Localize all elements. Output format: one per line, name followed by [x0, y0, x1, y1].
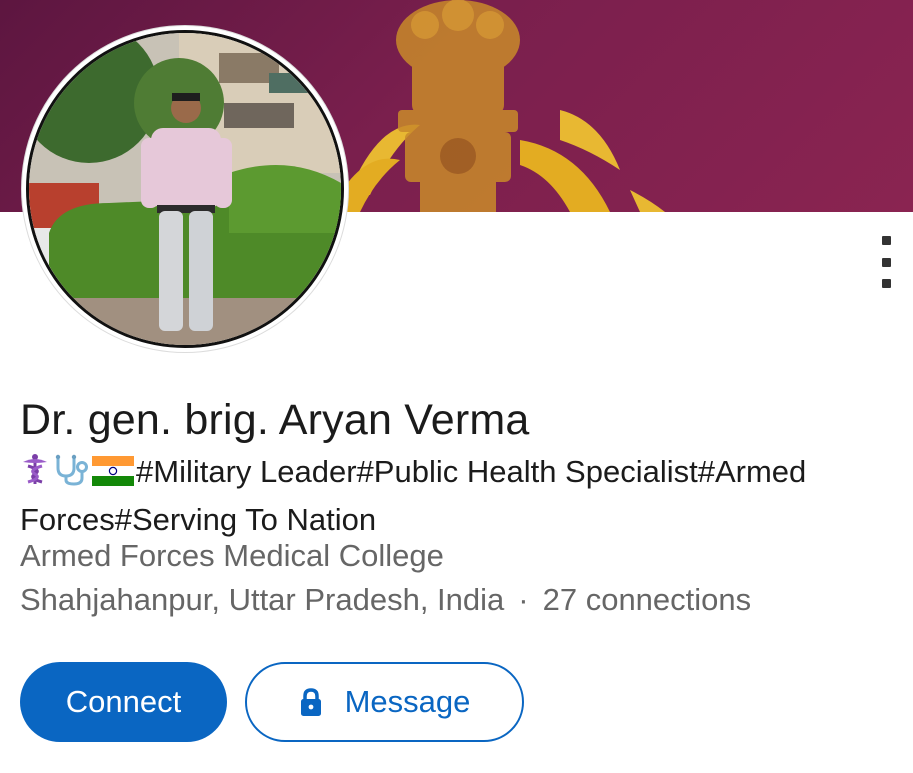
- profile-meta: Shahjahanpur, Uttar Pradesh, India · 27 co…: [20, 582, 751, 618]
- profile-location: Shahjahanpur, Uttar Pradesh, India: [20, 582, 505, 617]
- more-vertical-icon[interactable]: [868, 232, 904, 292]
- message-button[interactable]: Message: [245, 662, 524, 742]
- connections-count[interactable]: 27 connections: [543, 582, 752, 617]
- more-dot: [881, 279, 891, 288]
- avatar-photo: [26, 30, 344, 348]
- message-label: Message: [344, 684, 471, 719]
- profile-school[interactable]: Armed Forces Medical College: [20, 538, 444, 574]
- meta-separator: ·: [518, 582, 529, 617]
- profile-headline: #Military Leader#Public Health Specialis…: [20, 450, 900, 542]
- lock-icon: [299, 687, 323, 717]
- headline-text: #Military Leader#Public Health Specialis…: [20, 454, 807, 537]
- profile-page: Dr. gen. brig. Aryan Verma #Military Lea…: [0, 0, 913, 773]
- profile-avatar[interactable]: [22, 26, 348, 352]
- profile-name: Dr. gen. brig. Aryan Verma: [20, 396, 530, 444]
- stethoscope-icon: [52, 454, 90, 498]
- connect-button[interactable]: Connect: [20, 662, 227, 742]
- caduceus-icon: [20, 454, 50, 498]
- more-dot: [881, 257, 891, 267]
- india-flag-icon: [92, 454, 134, 498]
- more-dot: [881, 236, 891, 245]
